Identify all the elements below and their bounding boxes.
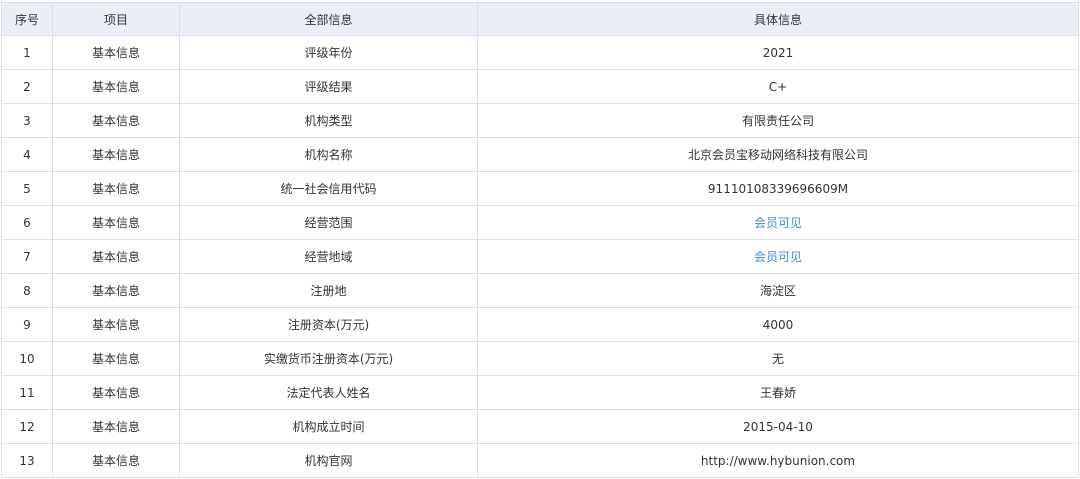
table-body: 1 基本信息 评级年份 2021 2 基本信息 评级结果 C+ 3 基本信息 机构类型 有限责任公司 4… [1, 35, 1079, 478]
row-category-cell: 基本信息 [52, 443, 180, 478]
table-row: 6 基本信息 经营范围 会员可见 [1, 205, 1079, 240]
row-value-cell: 无 [477, 341, 1079, 376]
row-value-cell: 91110108339696609M [477, 171, 1079, 206]
row-value-cell: 海淀区 [477, 273, 1079, 308]
row-category-cell: 基本信息 [52, 205, 180, 240]
row-category-cell: 基本信息 [52, 239, 180, 274]
row-field-cell: 注册地 [179, 273, 478, 308]
table-row: 10 基本信息 实缴货币注册资本(万元) 无 [1, 341, 1079, 376]
row-category-cell: 基本信息 [52, 171, 180, 206]
column-header-value: 具体信息 [477, 2, 1079, 36]
row-field-cell: 机构官网 [179, 443, 478, 478]
row-value-cell: 会员可见 [477, 205, 1079, 240]
row-field-cell: 机构名称 [179, 137, 478, 172]
row-index-cell: 9 [1, 307, 53, 342]
column-header-category: 项目 [52, 2, 180, 36]
table-row: 1 基本信息 评级年份 2021 [1, 35, 1079, 70]
row-index-cell: 1 [1, 35, 53, 70]
row-index-cell: 4 [1, 137, 53, 172]
table-row: 2 基本信息 评级结果 C+ [1, 69, 1079, 104]
row-index-cell: 11 [1, 375, 53, 410]
table-row: 13 基本信息 机构官网 http://www.hybunion.com [1, 443, 1079, 478]
table-row: 3 基本信息 机构类型 有限责任公司 [1, 103, 1079, 138]
row-index-cell: 10 [1, 341, 53, 376]
row-value-cell: 北京会员宝移动网络科技有限公司 [477, 137, 1079, 172]
row-category-cell: 基本信息 [52, 137, 180, 172]
table-row: 5 基本信息 统一社会信用代码 91110108339696609M [1, 171, 1079, 206]
info-table: 序号 项目 全部信息 具体信息 1 基本信息 评级年份 2021 2 基本信息 评级结果 C+… [1, 2, 1079, 478]
row-value-cell: C+ [477, 69, 1079, 104]
row-field-cell: 评级结果 [179, 69, 478, 104]
row-category-cell: 基本信息 [52, 273, 180, 308]
row-field-cell: 经营范围 [179, 205, 478, 240]
row-category-cell: 基本信息 [52, 103, 180, 138]
table-row: 7 基本信息 经营地域 会员可见 [1, 239, 1079, 274]
row-field-cell: 机构类型 [179, 103, 478, 138]
table-row: 4 基本信息 机构名称 北京会员宝移动网络科技有限公司 [1, 137, 1079, 172]
table-row: 8 基本信息 注册地 海淀区 [1, 273, 1079, 308]
column-header-index: 序号 [1, 2, 53, 36]
row-index-cell: 3 [1, 103, 53, 138]
row-value-cell: 2021 [477, 35, 1079, 70]
table-row: 12 基本信息 机构成立时间 2015-04-10 [1, 409, 1079, 444]
table-row: 9 基本信息 注册资本(万元) 4000 [1, 307, 1079, 342]
row-field-cell: 机构成立时间 [179, 409, 478, 444]
row-index-cell: 5 [1, 171, 53, 206]
members-only-link[interactable]: 会员可见 [754, 250, 802, 264]
row-value-cell: 王春娇 [477, 375, 1079, 410]
row-field-cell: 注册资本(万元) [179, 307, 478, 342]
row-index-cell: 8 [1, 273, 53, 308]
row-field-cell: 实缴货币注册资本(万元) [179, 341, 478, 376]
table-header: 序号 项目 全部信息 具体信息 [1, 2, 1079, 36]
row-index-cell: 13 [1, 443, 53, 478]
row-category-cell: 基本信息 [52, 307, 180, 342]
row-index-cell: 7 [1, 239, 53, 274]
row-category-cell: 基本信息 [52, 341, 180, 376]
row-value-cell: 4000 [477, 307, 1079, 342]
row-category-cell: 基本信息 [52, 409, 180, 444]
row-field-cell: 经营地域 [179, 239, 478, 274]
row-value-cell: 有限责任公司 [477, 103, 1079, 138]
row-index-cell: 12 [1, 409, 53, 444]
row-value-cell: 会员可见 [477, 239, 1079, 274]
row-field-cell: 评级年份 [179, 35, 478, 70]
column-header-field: 全部信息 [179, 2, 478, 36]
row-category-cell: 基本信息 [52, 35, 180, 70]
row-category-cell: 基本信息 [52, 69, 180, 104]
row-index-cell: 6 [1, 205, 53, 240]
header-row: 序号 项目 全部信息 具体信息 [1, 2, 1079, 36]
table-row: 11 基本信息 法定代表人姓名 王春娇 [1, 375, 1079, 410]
row-value-cell: http://www.hybunion.com [477, 443, 1079, 478]
row-value-cell: 2015-04-10 [477, 409, 1079, 444]
row-field-cell: 法定代表人姓名 [179, 375, 478, 410]
members-only-link[interactable]: 会员可见 [754, 216, 802, 230]
row-category-cell: 基本信息 [52, 375, 180, 410]
row-index-cell: 2 [1, 69, 53, 104]
row-field-cell: 统一社会信用代码 [179, 171, 478, 206]
